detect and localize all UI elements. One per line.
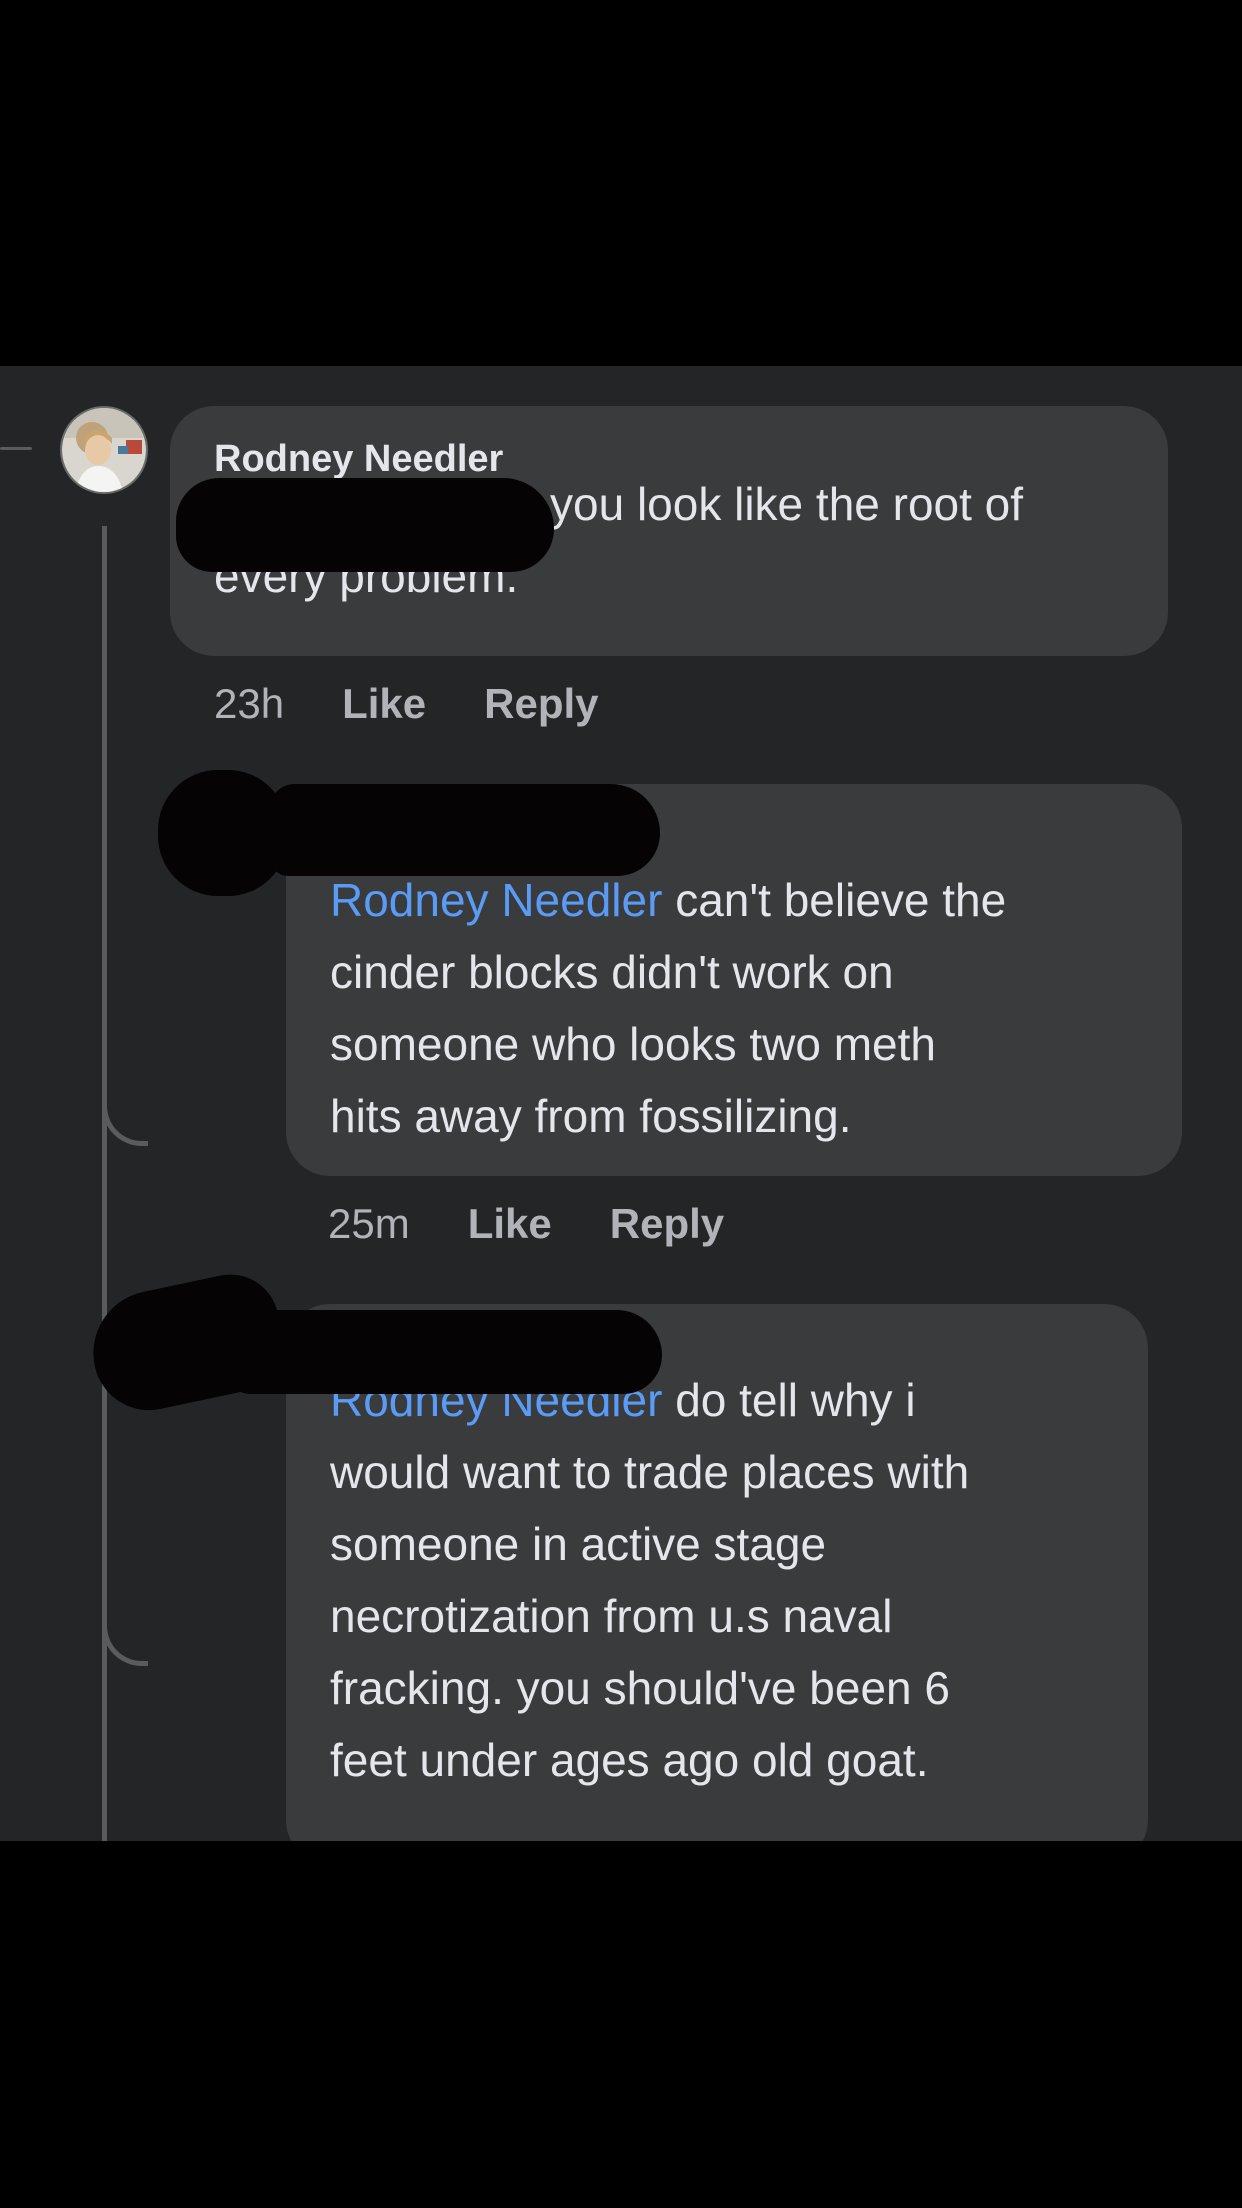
comment-timestamp: 25m [328,1200,410,1247]
comment-text-segment: do tell why i [662,1374,916,1426]
comment-text-line: feet under ages ago old goat. [330,1734,929,1786]
mention-link[interactable]: Rodney Needler [330,874,662,926]
like-button[interactable]: Like [468,1200,552,1247]
redaction-mark [230,1310,662,1394]
redaction-mark [270,784,660,876]
comment-timestamp: 23h [214,680,285,727]
redaction-mark [158,770,288,896]
comment-text-line: hits away from fossilizing. [330,1090,852,1142]
comment-text: Rodney Needler can't believe the cinder … [330,864,1170,1152]
reply-connector [102,1606,148,1666]
comment-thread: Rodney Needler you look like the root of… [0,366,1242,1841]
comment-text-line: necrotization from u.s naval [330,1590,893,1642]
comment-actions: 25m Like Reply [328,1200,724,1248]
reply-button[interactable]: Reply [484,680,598,727]
screen: Rodney Needler you look like the root of… [0,0,1242,2208]
comment-text-line: cinder blocks didn't work on [330,946,894,998]
comment-text-line: someone in active stage [330,1518,827,1570]
comment-text-line: fracking. you should've been 6 [330,1662,950,1714]
comment-text: Rodney Needler do tell why i would want … [330,1364,1140,1796]
redaction-mark [176,478,554,572]
reply-connector [102,1086,148,1146]
avatar-photo-icon [62,408,146,492]
comment-text: you look like the root of [550,478,1024,530]
comment-text-line: would want to trade places with [330,1446,970,1498]
comment-text-line: someone who looks two meth [330,1018,936,1070]
comment-text-segment: can't believe the [662,874,1007,926]
comment-author[interactable]: Rodney Needler [214,438,503,481]
like-button[interactable]: Like [342,680,426,727]
comment-actions: 23h Like Reply [214,680,599,728]
avatar[interactable] [60,406,148,494]
reply-button[interactable]: Reply [610,1200,724,1247]
parent-thread-connector [0,447,32,450]
